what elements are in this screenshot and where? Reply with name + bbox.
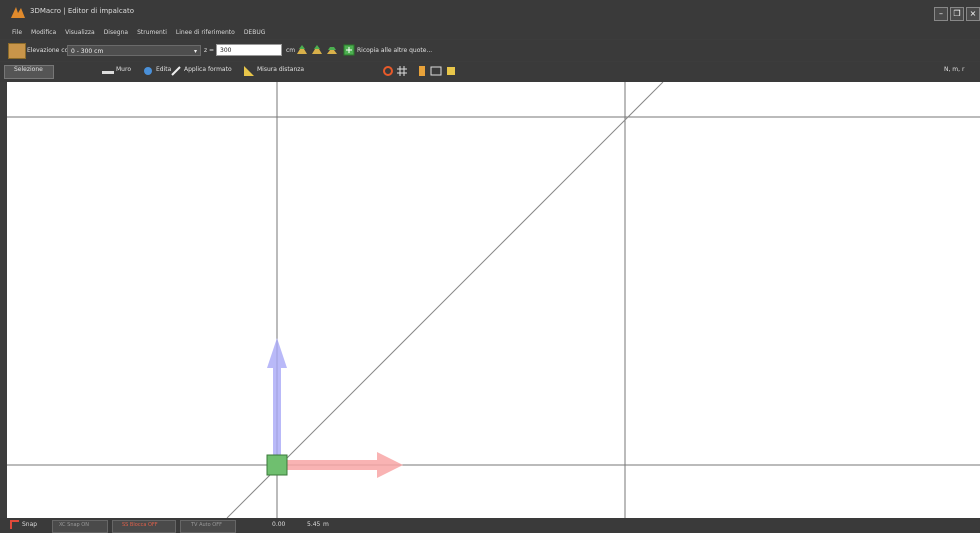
measure-tool-label: Misura distanza	[257, 66, 305, 73]
snap-toggle[interactable]: XC Snap ON	[52, 520, 108, 533]
coordinate-unit: m	[323, 521, 329, 528]
coordinate-y: 5.45	[307, 521, 321, 528]
menu-debug[interactable]: DEBUG	[244, 29, 266, 36]
elevation-value: 0 - 300 cm	[71, 48, 104, 55]
edit-tool-label: Edita	[156, 66, 172, 73]
ring-icon[interactable]	[382, 65, 394, 77]
diagonal-reference-line	[226, 82, 664, 518]
box-icon[interactable]	[445, 65, 457, 77]
minimize-button[interactable]: –	[934, 7, 948, 21]
wall-tool-label: Muro	[116, 66, 131, 73]
lock-toggle[interactable]: SS Blocca OFF	[112, 520, 176, 533]
table-icon[interactable]	[430, 65, 442, 77]
ruler-icon[interactable]	[243, 65, 255, 77]
grid-icon[interactable]	[396, 65, 408, 77]
canvas-drawing	[7, 82, 980, 518]
window-title: 3DMacro | Editor di impalcato	[30, 7, 134, 15]
apply-format-icon[interactable]	[170, 65, 182, 77]
pillar-icon[interactable]	[416, 65, 428, 77]
drawing-canvas[interactable]	[7, 82, 980, 518]
elevation-icon[interactable]	[8, 43, 26, 59]
menu-file[interactable]: File	[12, 29, 22, 36]
close-button[interactable]: ×	[966, 7, 980, 21]
z-input[interactable]: 300	[216, 44, 282, 56]
copy-levels-icon[interactable]	[343, 44, 355, 56]
elevation-select[interactable]: 0 - 300 cm ▾	[67, 45, 201, 56]
snap-dropdown[interactable]: Snap	[22, 521, 37, 528]
layer-stack-icon[interactable]	[326, 44, 338, 56]
y-axis-arrow	[267, 338, 287, 458]
snap-icon	[10, 520, 19, 529]
select-tool-label: Selezione	[14, 66, 43, 73]
status-bar: Snap XC Snap ON SS Blocca OFF TV Auto OF…	[0, 518, 980, 533]
restore-button[interactable]: ❐	[950, 7, 964, 21]
chevron-down-icon: ▾	[193, 48, 197, 55]
menu-disegna[interactable]: Disegna	[104, 29, 128, 36]
layer-up-icon[interactable]	[296, 44, 308, 56]
x-axis-arrow	[287, 452, 403, 478]
tools-toolbar	[0, 62, 980, 82]
menu-visualizza[interactable]: Visualizza	[65, 29, 95, 36]
menu-bar: File Modifica Visualizza Disegna Strumen…	[0, 25, 980, 39]
origin-marker[interactable]	[266, 454, 288, 476]
app-logo-icon	[11, 7, 25, 18]
auto-toggle[interactable]: TV Auto OFF	[180, 520, 236, 533]
z-label: z =	[204, 47, 215, 54]
coordinate-x: 0.00	[272, 521, 286, 528]
apply-format-label: Applica formato	[184, 66, 232, 73]
units-label: N, m, r	[944, 66, 965, 73]
unit-label: cm	[286, 47, 296, 54]
menu-linee-riferimento[interactable]: Linee di riferimento	[176, 29, 235, 36]
title-bar: 3DMacro | Editor di impalcato – ❐ ×	[0, 0, 980, 25]
wall-icon[interactable]	[102, 66, 114, 78]
copy-levels-button[interactable]: Ricopia alle altre quote...	[357, 47, 432, 54]
menu-strumenti[interactable]: Strumenti	[137, 29, 167, 36]
layer-down-icon[interactable]	[311, 44, 323, 56]
elevation-toolbar: Elevazione corrente 0 - 300 cm ▾ z = 300…	[0, 40, 980, 61]
menu-modifica[interactable]: Modifica	[31, 29, 56, 36]
edit-icon[interactable]	[142, 65, 154, 77]
window-controls: – ❐ ×	[934, 7, 980, 21]
